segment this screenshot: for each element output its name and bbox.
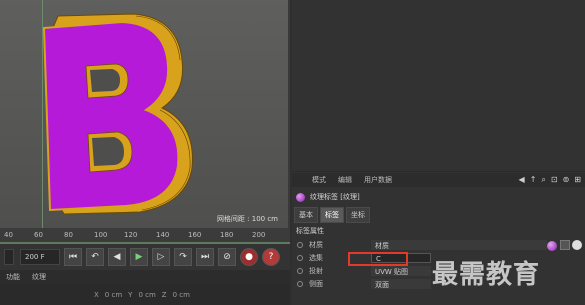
coord-x-label: X: [94, 290, 99, 299]
ruler-tick: 140: [156, 231, 170, 239]
highlight-box: [348, 252, 408, 266]
transport-bar: 200 F ⏮ ↶ ◀ ▶ ▷ ↷ ⏭ ⊘ ● ?: [0, 244, 290, 270]
material-field[interactable]: 材质: [371, 239, 547, 250]
ruler-tick: 120: [124, 231, 138, 239]
autokey-icon[interactable]: ⊘: [218, 248, 236, 266]
tag-subtabs: 基本 标签 坐标: [294, 207, 370, 223]
ruler-tick: 80: [64, 231, 73, 239]
grid-spacing-label: 网格间距 : 100 cm: [216, 215, 278, 223]
keyframe-dot-icon[interactable]: [297, 241, 303, 248]
object-manager-area: [292, 0, 585, 172]
next-key-icon[interactable]: ↷: [174, 248, 192, 266]
ruler-tick: 160: [188, 231, 202, 239]
bottom-tabs: 功能 纹理: [0, 270, 290, 284]
coord-x-value[interactable]: 0 cm: [105, 291, 122, 299]
help-icon[interactable]: ?: [262, 248, 280, 266]
ruler-tick: 40: [4, 231, 13, 239]
play-icon[interactable]: ▶: [130, 248, 148, 266]
settings-icon[interactable]: ⊚: [563, 175, 570, 185]
prop-row-material: 材质 材质: [292, 238, 585, 251]
subtab-tag[interactable]: 标签: [320, 207, 344, 223]
projection-dropdown[interactable]: UVW 贴图: [371, 265, 431, 276]
attributes-toolbar-icons: ◀ ↑ ⌕ ⊡ ⊚ ⊞: [519, 175, 581, 185]
coord-z-label: Z: [161, 290, 167, 299]
3d-viewport[interactable]: 网格间距 : 100 cm: [0, 0, 290, 228]
end-frame-field[interactable]: 200 F: [20, 249, 60, 265]
lock-icon[interactable]: ⊡: [551, 175, 558, 185]
prop-label: 投射: [309, 266, 323, 275]
tag-title: 纹理标签 [纹理]: [310, 193, 360, 201]
side-dropdown[interactable]: 双面: [371, 278, 431, 289]
go-to-start-icon[interactable]: ⏮: [64, 248, 82, 266]
previous-key-icon[interactable]: ↶: [86, 248, 104, 266]
letter-b-model[interactable]: [0, 0, 290, 228]
material-menu-icon[interactable]: [560, 240, 570, 250]
up-arrow-icon[interactable]: ↑: [530, 175, 537, 185]
material-link-icon[interactable]: [572, 240, 582, 250]
record-icon[interactable]: ●: [240, 248, 258, 266]
tab-texture[interactable]: 纹理: [26, 272, 52, 282]
ruler-tick: 60: [34, 231, 43, 239]
ruler-tick: 100: [94, 231, 108, 239]
keyframe-dot-icon[interactable]: [297, 254, 303, 261]
watermark: 最需教育: [432, 260, 541, 290]
previous-frame-icon[interactable]: ◀: [108, 248, 126, 266]
new-panel-icon[interactable]: ⊞: [574, 175, 581, 185]
section-title: 标签属性: [296, 227, 324, 235]
next-frame-icon[interactable]: ▷: [152, 248, 170, 266]
subtab-basic[interactable]: 基本: [294, 207, 318, 223]
menu-user-data[interactable]: 用户数据: [358, 175, 398, 185]
prop-label: 侧面: [309, 279, 323, 288]
keyframe-dot-icon[interactable]: [297, 267, 303, 274]
tag-header: 纹理标签 [纹理]: [292, 189, 585, 205]
material-ball-icon: [296, 192, 305, 202]
search-icon[interactable]: ⌕: [541, 175, 545, 185]
go-to-end-icon[interactable]: ⏭: [196, 248, 214, 266]
coord-y-value[interactable]: 0 cm: [138, 291, 155, 299]
subtab-coordinates[interactable]: 坐标: [346, 207, 370, 223]
tab-function[interactable]: 功能: [0, 272, 26, 282]
ruler-tick: 200: [252, 231, 266, 239]
ruler-tick: 180: [220, 231, 234, 239]
left-field[interactable]: [4, 249, 14, 265]
back-arrow-icon[interactable]: ◀: [519, 175, 525, 185]
coordinate-fields: X 0 cm Y 0 cm Z 0 cm: [0, 284, 290, 305]
coord-z-value[interactable]: 0 cm: [173, 291, 190, 299]
coord-y-label: Y: [128, 290, 133, 299]
prop-label: 材质: [309, 240, 323, 249]
menu-edit[interactable]: 编辑: [332, 175, 358, 185]
keyframe-dot-icon[interactable]: [297, 280, 303, 287]
menu-mode[interactable]: 模式: [306, 175, 332, 185]
material-preview-icon[interactable]: [547, 241, 557, 251]
